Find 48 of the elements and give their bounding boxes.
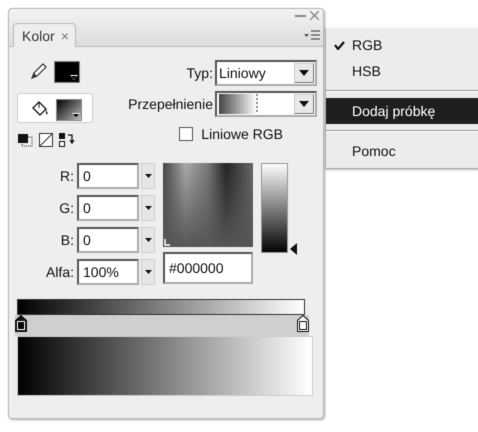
slider-toggle-button[interactable]: [141, 195, 155, 221]
tab-close-button[interactable]: ×: [60, 28, 69, 44]
checkbox[interactable]: [179, 127, 194, 141]
menu-item[interactable]: RGB: [326, 32, 478, 58]
panel-tab[interactable]: Kolor ×: [13, 23, 76, 47]
default-colors-icon[interactable]: [17, 133, 33, 147]
slider-pointer-icon[interactable]: [290, 243, 297, 256]
menu-item[interactable]: Dodaj próbkę: [326, 98, 478, 124]
no-color-icon[interactable]: [39, 133, 53, 147]
channel-label: Alfa:: [44, 264, 75, 280]
menu-icon[interactable]: [304, 30, 320, 40]
type-dropdown[interactable]: Liniowy: [215, 60, 317, 86]
hex-color-field[interactable]: #000000: [163, 252, 253, 284]
channel-value-field[interactable]: 0: [77, 163, 139, 189]
fill-color-swatch[interactable]: [56, 99, 82, 121]
gradient-stop-handle[interactable]: [15, 315, 27, 332]
dropdown-arrow-icon: [144, 206, 152, 210]
slider-toggle-button[interactable]: [141, 163, 155, 189]
brightness-slider[interactable]: [261, 163, 297, 255]
channel-value-field[interactable]: 0: [77, 195, 139, 221]
gradient-stop-track[interactable]: [15, 315, 309, 336]
dropdown-arrow-icon: [144, 270, 152, 274]
overflow-dropdown[interactable]: [215, 91, 317, 117]
channel-label: G:: [58, 200, 75, 216]
dropdown-arrow-icon: [144, 238, 152, 242]
dropdown-arrow-icon: [299, 70, 309, 76]
paint-bucket-icon: [30, 100, 50, 118]
gradient-stop-handle[interactable]: [297, 315, 309, 332]
checkbox-label: Liniowe RGB: [201, 126, 283, 142]
menu-item[interactable]: Pomoc: [326, 138, 478, 164]
channel-label: R:: [59, 168, 75, 184]
channel-value-field[interactable]: 0: [77, 227, 139, 253]
pencil-icon[interactable]: [30, 62, 48, 80]
dropdown-arrow-icon: [144, 174, 152, 178]
slider-toggle-button[interactable]: [141, 227, 155, 253]
stroke-color-swatch[interactable]: [54, 61, 80, 83]
menu-item[interactable]: HSB: [326, 58, 478, 84]
checkmark-icon: [334, 41, 345, 50]
slider-toggle-button[interactable]: [141, 259, 155, 285]
type-label: Typ:: [186, 65, 213, 81]
close-icon[interactable]: [310, 11, 319, 20]
overflow-label: Przepełnienie: [128, 96, 213, 112]
gradient-overflow-icon: [219, 94, 259, 114]
fill-selector[interactable]: [17, 93, 93, 123]
channel-label: B:: [60, 232, 75, 248]
channel-value-field[interactable]: 100%: [77, 259, 139, 285]
swap-colors-icon[interactable]: [59, 133, 75, 147]
dropdown-arrow-icon: [299, 101, 309, 107]
